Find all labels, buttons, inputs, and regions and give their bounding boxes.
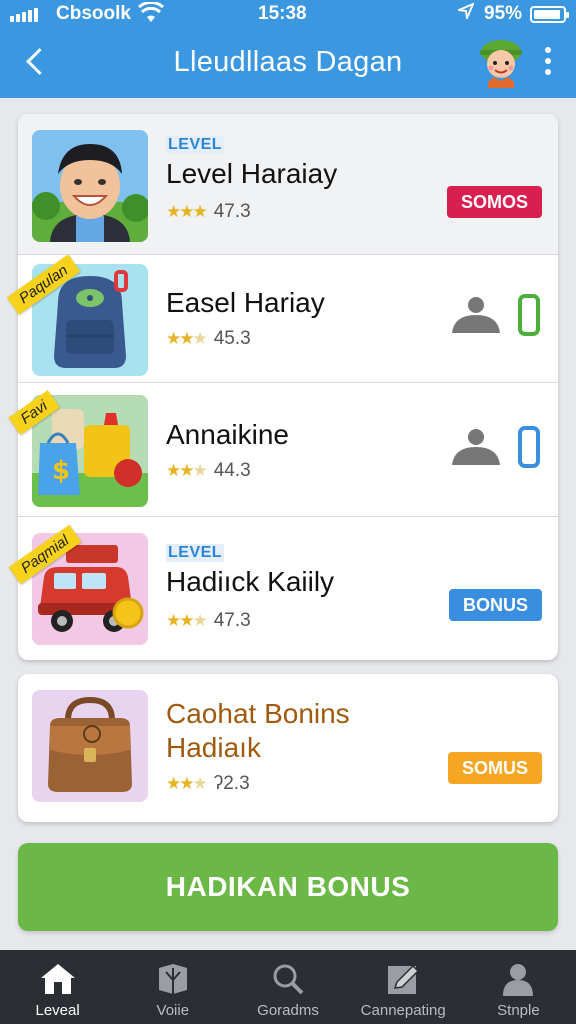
leather-bag-thumbnail: [32, 690, 148, 802]
rating: ★★★ 47.3: [166, 201, 251, 222]
star-rating-icon: ★★★: [166, 329, 208, 348]
signal-icon: [10, 8, 38, 22]
somos-badge-button[interactable]: SOMOS: [446, 186, 542, 218]
battery-icon: [530, 6, 569, 23]
avatar[interactable]: [476, 34, 526, 88]
toggle-switch[interactable]: [518, 294, 540, 336]
rating: ★★★ ʔ2.3: [166, 773, 250, 794]
item-name: Level Haraiay: [166, 158, 338, 189]
person-icon[interactable]: [450, 295, 502, 335]
nav-item-cannepating[interactable]: Cannepating: [346, 950, 461, 1024]
item-name: Easel Hariay: [166, 287, 325, 318]
svg-text:$: $: [52, 456, 70, 486]
hadikan-bonus-button[interactable]: HADIKAN BONUS: [18, 843, 558, 931]
battery-percent: 95%: [484, 3, 523, 24]
star-rating-icon: ★★★: [166, 774, 208, 793]
clock: 15:38: [258, 3, 307, 24]
nav-item-stnple[interactable]: Stnple: [461, 950, 576, 1024]
back-button[interactable]: [20, 42, 54, 82]
item-name: Annaikine: [166, 419, 289, 450]
star-rating-icon: ★★★: [166, 202, 208, 221]
nav-item-voiie[interactable]: Voiie: [115, 950, 230, 1024]
list-item[interactable]: $ Annaikine ★★★ 44.3: [18, 383, 558, 517]
home-icon: [40, 964, 75, 994]
level-tag: LEVEL: [166, 136, 225, 154]
rating: ★★★ 47.3: [166, 610, 251, 631]
list-item[interactable]: LEVEL Hadiıck Kaiily ★★★ 47.3 BONUS: [18, 517, 558, 660]
gift-box-icon: [158, 964, 187, 994]
featured-bonus-card[interactable]: Caohat Bonins Hadiaık ★★★ ʔ2.3 SOMUS: [18, 674, 558, 822]
location-arrow-icon: [455, 2, 475, 24]
list-item[interactable]: Easel Hariay ★★★ 45.3: [18, 255, 558, 383]
level-list: LEVEL Level Haraiay ★★★ 47.3 SOMOS Easel …: [6, 114, 558, 660]
rating: ★★★ 45.3: [166, 328, 251, 349]
bottom-nav: Leveal Voiie Goradms Cannepating Stnple: [0, 950, 576, 1024]
list-item[interactable]: LEVEL Level Haraiay ★★★ 47.3 SOMOS: [18, 114, 558, 255]
nav-item-leveal[interactable]: Leveal: [0, 950, 115, 1024]
nav-item-goradms[interactable]: Goradms: [230, 950, 345, 1024]
child-photo-thumbnail: [32, 130, 148, 242]
somus-badge-button[interactable]: SOMUS: [447, 752, 542, 784]
star-rating-icon: ★★★: [166, 611, 208, 630]
app-header: Cbsoolk 15:38 95% Lleudllaas Dagan: [0, 0, 576, 98]
toggle-switch[interactable]: [518, 426, 540, 468]
search-icon: [273, 964, 304, 995]
edit-icon: [388, 964, 420, 994]
profile-icon: [503, 964, 534, 996]
page-title: Lleudllaas Dagan: [173, 46, 403, 78]
more-options-icon[interactable]: [540, 44, 556, 80]
level-tag: LEVEL: [166, 544, 225, 562]
featured-title-line2: Hadiaık: [166, 732, 261, 763]
featured-title-line1: Caohat Bonins: [166, 698, 350, 729]
status-bar: Cbsoolk 15:38 95%: [0, 0, 576, 30]
bonus-badge-button[interactable]: BONUS: [448, 589, 542, 621]
item-name: Hadiıck Kaiily: [166, 566, 335, 597]
star-rating-icon: ★★★: [166, 461, 208, 480]
person-icon[interactable]: [450, 427, 502, 467]
rating: ★★★ 44.3: [166, 460, 251, 481]
wifi-icon: [138, 0, 164, 30]
carrier-name: Cbsoolk: [56, 3, 131, 24]
